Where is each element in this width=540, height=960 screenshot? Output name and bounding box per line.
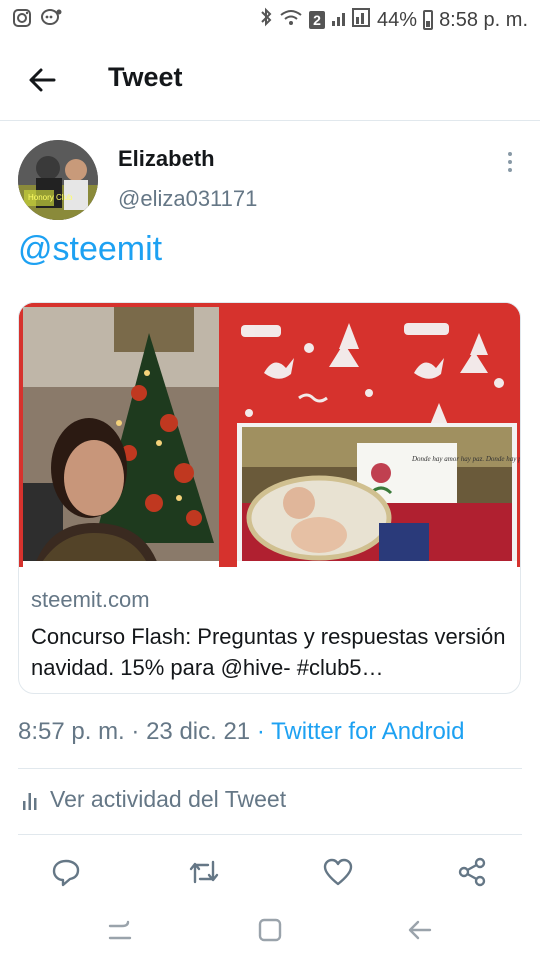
divider [18,834,522,835]
bar-chart-icon [23,792,37,810]
reply-icon [52,859,80,887]
tweet-date: 23 dic. 21 [146,718,251,745]
recent-apps-icon [108,920,132,940]
back-nav-icon [408,920,432,940]
bluetooth-icon [259,7,273,33]
home-button[interactable] [250,910,290,950]
signal-icon [331,7,371,33]
more-vertical-icon [500,152,520,172]
more-options-button[interactable] [500,150,520,178]
status-bar: 2 44% 8:58 p. m. [0,0,540,40]
system-nav-bar [0,900,540,960]
share-icon [458,857,486,887]
clock: 8:58 p. m. [439,8,528,31]
avatar[interactable]: Honory Club [18,140,98,220]
back-button[interactable] [22,60,62,100]
back-nav-button[interactable] [400,910,440,950]
retweet-button[interactable] [184,852,224,892]
sim-badge: 2 [309,11,326,29]
tweet-meta: 8:57 p. m. · 23 dic. 21 · Twitter for An… [18,718,464,746]
divider [18,768,522,769]
tweet-actions [0,852,540,894]
share-button[interactable] [452,852,492,892]
instagram-icon [12,8,32,34]
like-button[interactable] [318,852,358,892]
recent-apps-button[interactable] [100,910,140,950]
home-icon [258,918,282,942]
retweet-icon [189,860,219,884]
messenger-icon [40,8,62,34]
card-image-note: Donde hay amor hay paz. Donde hay paz es… [411,455,521,463]
meta-separator-2: · [256,718,265,745]
tweet-time: 8:57 p. m. [18,718,125,745]
card-title: Concurso Flash: Preguntas y respuestas v… [31,624,506,680]
app-header: Tweet [0,40,540,121]
author-name[interactable]: Elizabeth [118,146,215,172]
wifi-icon [279,7,303,33]
avatar-text: Honory Club [28,193,73,202]
author-handle[interactable]: @eliza031171 [118,186,257,212]
card-domain: steemit.com [31,587,150,612]
view-activity-label: Ver actividad del Tweet [50,786,287,812]
card-image: Donde hay amor hay paz. Donde hay paz es… [19,303,521,567]
heart-icon [323,858,353,886]
reply-button[interactable] [46,852,86,892]
meta-separator: · [131,718,140,745]
link-card[interactable]: Donde hay amor hay paz. Donde hay paz es… [18,302,521,694]
tweet-source-link[interactable]: Twitter for Android [271,718,464,745]
battery-icon [423,10,434,30]
tweet-mention-link[interactable]: @steemit [18,230,162,269]
arrow-left-icon [29,68,56,92]
battery-text: 44% [377,8,418,31]
view-activity-button[interactable]: Ver actividad del Tweet [22,786,286,813]
page-title: Tweet [108,62,183,92]
